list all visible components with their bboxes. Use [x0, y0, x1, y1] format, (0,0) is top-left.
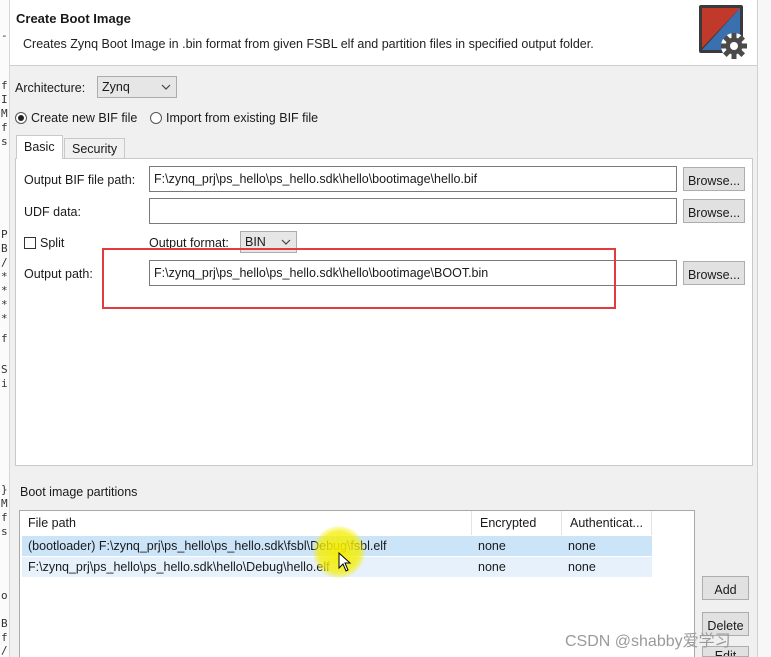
- dialog-title: Create Boot Image: [16, 11, 131, 26]
- browse-output-path-button[interactable]: Browse...: [683, 261, 745, 285]
- radio-create-label: Create new BIF file: [31, 111, 138, 125]
- add-partition-button[interactable]: Add: [702, 576, 749, 600]
- output-bif-field[interactable]: F:\zynq_prj\ps_hello\ps_hello.sdk\hello\…: [149, 166, 677, 192]
- dialog-header: Create Boot Image Creates Zynq Boot Imag…: [10, 0, 757, 66]
- radio-import-bif[interactable]: Import from existing BIF file: [150, 111, 318, 125]
- gutter-char: /: [1, 644, 8, 657]
- row-file-path: F:\zynq_prj\ps_hello\ps_hello.sdk\hello\…: [28, 560, 330, 574]
- chevron-down-icon: [161, 84, 171, 90]
- gutter-char: s: [1, 135, 8, 148]
- gutter-char: *: [1, 298, 8, 311]
- column-header-encrypted[interactable]: Encrypted: [472, 511, 562, 535]
- row-authentication: none: [568, 560, 596, 574]
- column-header-file-path[interactable]: File path: [20, 511, 472, 535]
- radio-create-new-bif[interactable]: Create new BIF file: [15, 111, 137, 125]
- output-path-label: Output path:: [24, 267, 93, 281]
- browse-udf-button[interactable]: Browse...: [683, 199, 745, 223]
- gutter-char: S: [1, 363, 8, 376]
- background-window-edge: [757, 0, 771, 657]
- udf-field[interactable]: [149, 198, 677, 224]
- architecture-select[interactable]: Zynq: [97, 76, 177, 98]
- gutter-char: *: [1, 284, 8, 297]
- architecture-value: Zynq: [102, 80, 130, 94]
- gutter-char: /: [1, 256, 8, 269]
- background-editor-gutter: - f I M f s P B / * * * * f S i } M f s …: [0, 0, 10, 657]
- partitions-section-label: Boot image partitions: [20, 485, 138, 499]
- split-checkbox[interactable]: Split: [24, 236, 64, 250]
- column-header-authentication[interactable]: Authenticat...: [562, 511, 652, 535]
- gutter-char: M: [1, 497, 8, 510]
- row-authentication: none: [568, 539, 596, 553]
- gutter-char: P: [1, 228, 8, 241]
- split-label: Split: [40, 236, 65, 250]
- output-bif-label: Output BIF file path:: [24, 173, 136, 187]
- gutter-char: -: [1, 29, 8, 42]
- row-encrypted: none: [478, 539, 506, 553]
- radio-selected-icon: [15, 112, 27, 124]
- row-encrypted: none: [478, 560, 506, 574]
- red-highlight-box: [102, 248, 616, 309]
- gutter-char: s: [1, 525, 8, 538]
- tab-basic[interactable]: Basic: [16, 135, 63, 159]
- gutter-char: M: [1, 107, 8, 120]
- dialog-description: Creates Zynq Boot Image in .bin format f…: [23, 37, 594, 51]
- gutter-char: B: [1, 242, 8, 255]
- gutter-char: I: [1, 93, 8, 106]
- architecture-label: Architecture:: [15, 81, 86, 95]
- udf-label: UDF data:: [24, 205, 81, 219]
- gutter-char: f: [1, 332, 8, 345]
- output-format-value: BIN: [245, 235, 266, 249]
- browse-bif-button[interactable]: Browse...: [683, 167, 745, 191]
- tab-security[interactable]: Security: [64, 138, 126, 159]
- gutter-char: }: [1, 483, 8, 496]
- gutter-char: *: [1, 312, 8, 325]
- gutter-char: f: [1, 121, 8, 134]
- gutter-char: B: [1, 617, 8, 630]
- radio-unselected-icon: [150, 112, 162, 124]
- mouse-pointer-icon: [338, 552, 352, 572]
- watermark: CSDN @shabby爱学习: [565, 633, 731, 650]
- gutter-char: f: [1, 631, 8, 644]
- gutter-char: o: [1, 589, 8, 602]
- gutter-char: f: [1, 511, 8, 524]
- chevron-down-icon: [281, 239, 291, 245]
- boot-image-gear-icon: [699, 5, 747, 59]
- gutter-char: *: [1, 270, 8, 283]
- gutter-char: i: [1, 377, 8, 390]
- radio-import-label: Import from existing BIF file: [166, 111, 319, 125]
- checkbox-unchecked-icon: [24, 237, 36, 249]
- gutter-char: f: [1, 79, 8, 92]
